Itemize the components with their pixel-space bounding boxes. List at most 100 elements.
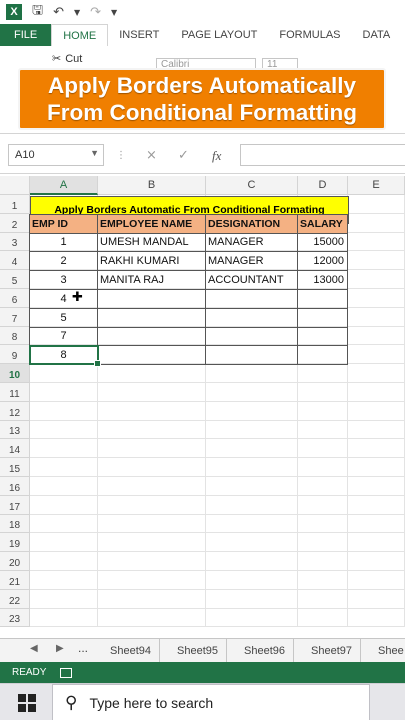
designation-cell[interactable]: ACCOUNTANT xyxy=(205,270,298,290)
grid-cell[interactable] xyxy=(348,195,405,214)
grid-cell[interactable] xyxy=(298,401,348,421)
grid-cell[interactable] xyxy=(298,571,348,590)
emp-id-cell[interactable]: 3 xyxy=(29,270,98,290)
formula-input[interactable] xyxy=(240,144,405,166)
grid-cell[interactable] xyxy=(348,589,405,609)
grid-cell[interactable] xyxy=(298,589,348,609)
column-header-c[interactable]: C xyxy=(206,176,298,195)
grid-cell[interactable] xyxy=(206,495,298,515)
table-header-cell[interactable]: EMPLOYEE NAME xyxy=(97,213,206,234)
designation-cell[interactable]: MANAGER xyxy=(205,251,298,272)
grid-cell[interactable] xyxy=(30,439,98,459)
grid-cell[interactable] xyxy=(348,251,405,271)
grid-cell[interactable] xyxy=(206,514,298,534)
tab-data[interactable]: DATA xyxy=(352,24,402,46)
employee-name-cell[interactable]: UMESH MANDAL xyxy=(97,232,206,253)
column-header-d[interactable]: D xyxy=(298,176,348,195)
grid-cell[interactable] xyxy=(206,533,298,553)
grid-cell[interactable] xyxy=(298,514,348,534)
grid-cell[interactable] xyxy=(98,571,206,590)
grid-cell[interactable] xyxy=(298,608,348,628)
more-sheets[interactable]: ... xyxy=(78,641,88,655)
grid-cell[interactable] xyxy=(298,383,348,402)
designation-cell[interactable]: MANAGER xyxy=(205,232,298,253)
designation-cell[interactable] xyxy=(205,289,298,309)
grid-cell[interactable] xyxy=(348,533,405,553)
table-header-cell[interactable]: EMP ID xyxy=(29,213,98,234)
emp-id-cell[interactable]: 5 xyxy=(29,307,98,328)
grid-cell[interactable] xyxy=(30,364,98,383)
tab-insert[interactable]: INSERT xyxy=(108,24,170,46)
grid-cell[interactable] xyxy=(206,571,298,590)
salary-cell[interactable] xyxy=(297,289,348,309)
grid-cell[interactable] xyxy=(298,477,348,496)
column-header-b[interactable]: B xyxy=(98,176,206,195)
row-header-13[interactable]: 13 xyxy=(0,420,30,440)
sheet-prev-icon[interactable]: ◀ xyxy=(30,643,38,654)
salary-cell[interactable]: 12000 xyxy=(297,251,348,272)
grid-cell[interactable] xyxy=(98,458,206,477)
grid-cell[interactable] xyxy=(206,589,298,609)
cut-button[interactable]: ✂ Cut xyxy=(52,52,82,65)
grid-cell[interactable] xyxy=(348,495,405,515)
row-header-5[interactable]: 5 xyxy=(0,270,30,289)
salary-cell[interactable] xyxy=(297,326,348,347)
grid-cell[interactable] xyxy=(298,364,348,383)
employee-name-cell[interactable] xyxy=(97,307,206,328)
row-header-19[interactable]: 19 xyxy=(0,533,30,553)
designation-cell[interactable] xyxy=(205,326,298,347)
cancel-icon[interactable]: × xyxy=(146,148,157,163)
grid-cell[interactable] xyxy=(30,514,98,534)
macro-record-icon[interactable] xyxy=(60,667,73,678)
undo-icon[interactable]: ↶ xyxy=(53,5,64,20)
grid-cell[interactable] xyxy=(98,420,206,440)
row-header-1[interactable]: 1 xyxy=(0,195,30,214)
grid-cell[interactable] xyxy=(298,439,348,459)
grid-cell[interactable] xyxy=(348,552,405,571)
row-header-10[interactable]: 10 xyxy=(0,364,30,383)
grid-cell[interactable] xyxy=(348,571,405,590)
row-header-7[interactable]: 7 xyxy=(0,307,30,327)
chevron-down-icon[interactable]: ▼ xyxy=(90,148,99,158)
row-header-2[interactable]: 2 xyxy=(0,213,30,233)
column-header-e[interactable]: E xyxy=(348,176,405,195)
employee-name-cell[interactable] xyxy=(97,289,206,309)
grid-cell[interactable] xyxy=(348,270,405,289)
emp-id-cell[interactable]: 2 xyxy=(29,251,98,272)
grid-cell[interactable] xyxy=(98,608,206,628)
insert-function-icon[interactable]: fx xyxy=(212,148,221,164)
employee-name-cell[interactable] xyxy=(97,345,206,366)
grid-cell[interactable] xyxy=(30,420,98,440)
grid-cell[interactable] xyxy=(348,608,405,628)
row-header-18[interactable]: 18 xyxy=(0,514,30,534)
grid-cell[interactable] xyxy=(98,364,206,383)
grid-cell[interactable] xyxy=(30,401,98,421)
salary-cell[interactable]: 15000 xyxy=(297,232,348,253)
row-header-17[interactable]: 17 xyxy=(0,495,30,515)
column-header-a[interactable]: A xyxy=(30,176,98,195)
sheet-tab-96[interactable]: Sheet96 xyxy=(236,639,294,662)
emp-id-cell[interactable]: 4 xyxy=(29,289,98,309)
tab-home[interactable]: HOME xyxy=(51,24,109,46)
row-header-16[interactable]: 16 xyxy=(0,477,30,496)
grid-cell[interactable] xyxy=(348,458,405,477)
grid-cell[interactable] xyxy=(348,383,405,402)
grid-cell[interactable] xyxy=(348,514,405,534)
grid-cell[interactable] xyxy=(348,307,405,327)
grid-cell[interactable] xyxy=(30,552,98,571)
grid-cell[interactable] xyxy=(298,552,348,571)
grid-cell[interactable] xyxy=(30,533,98,553)
grid-cell[interactable] xyxy=(98,401,206,421)
grid-cell[interactable] xyxy=(348,477,405,496)
grid-cell[interactable] xyxy=(30,589,98,609)
row-header-12[interactable]: 12 xyxy=(0,401,30,421)
grid-cell[interactable] xyxy=(30,383,98,402)
grid-cell[interactable] xyxy=(298,420,348,440)
grid-cell[interactable] xyxy=(348,232,405,252)
grid-cell[interactable] xyxy=(348,345,405,365)
grid-cell[interactable] xyxy=(348,213,405,233)
sheet-tab-98[interactable]: Shee xyxy=(370,639,405,662)
sheet-tab-95[interactable]: Sheet95 xyxy=(169,639,227,662)
tab-page-layout[interactable]: PAGE LAYOUT xyxy=(170,24,268,46)
sheet-tab-97[interactable]: Sheet97 xyxy=(303,639,361,662)
